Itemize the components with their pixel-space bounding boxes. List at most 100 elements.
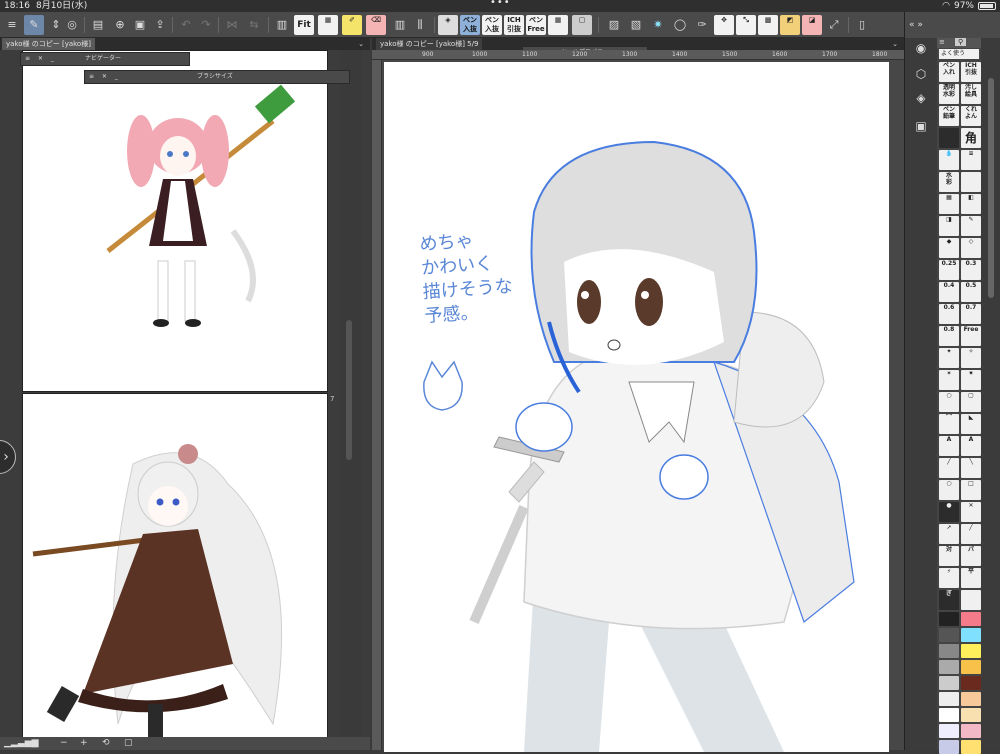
pencil-layer-icon[interactable]: ✐ — [342, 15, 362, 35]
eraser-icon[interactable]: ⌫ — [366, 15, 386, 35]
sub-tool-icon[interactable]: ⬡ — [913, 66, 929, 82]
flip-icon[interactable]: ⋈ — [222, 15, 242, 35]
tool-cell[interactable]: ╲ — [961, 458, 981, 478]
tool-cell[interactable]: 0.5 — [961, 282, 981, 302]
main-canvas-area[interactable]: 900 1000 1100 1200 1300 1400 1500 1600 1… — [372, 50, 904, 752]
navigator-window[interactable]: ≡ ✕ _ ナビゲーター — [20, 52, 190, 66]
filter-icon[interactable]: ▧ — [626, 15, 646, 35]
pen-free-button[interactable]: ペン Free — [526, 15, 546, 35]
tool-cell[interactable]: ╱ — [961, 524, 981, 544]
grid-icon[interactable]: ▦ — [548, 15, 568, 35]
zoom-in-button[interactable]: + — [80, 737, 88, 750]
lock-icon[interactable]: ▥ — [390, 15, 410, 35]
palette-set-dropdown[interactable]: よく使う — [939, 49, 979, 59]
color-swatch[interactable] — [961, 724, 981, 738]
pattern-icon[interactable]: ▩ — [758, 15, 778, 35]
tool-cell[interactable]: ペン 入れ — [939, 62, 959, 82]
multitask-dots[interactable]: ••• — [490, 0, 511, 9]
tool-cell[interactable]: 透明 水彩 — [939, 84, 959, 104]
stamp-icon[interactable]: ▨ — [604, 15, 624, 35]
color-swatch[interactable] — [961, 644, 981, 658]
picker-icon[interactable]: ✑ — [692, 15, 712, 35]
tool-cell[interactable]: ◇ — [961, 238, 981, 258]
snap-icon[interactable]: ⇆ — [244, 15, 264, 35]
redo-icon[interactable]: ↷ — [196, 15, 216, 35]
tool-cell[interactable]: ✎ — [961, 216, 981, 236]
phone-preview-icon[interactable]: ▯ — [852, 15, 872, 35]
window-controls[interactable]: ≡ ✕ _ — [25, 53, 57, 65]
left-scrollbar[interactable] — [346, 320, 352, 460]
window-controls[interactable]: ≡ ✕ _ — [89, 71, 121, 83]
brush-size-window[interactable]: ≡ ✕ _ ブラシサイズ — [84, 70, 350, 84]
tool-cell[interactable]: 水 彩 — [939, 172, 959, 192]
tool-cell[interactable]: ≡ — [961, 150, 981, 170]
tool-cell[interactable]: A — [961, 436, 981, 456]
pen-nyuki-button[interactable]: ペン 入抜 — [460, 15, 480, 35]
tool-cell[interactable]: ぎ — [939, 590, 959, 610]
tool-cell[interactable] — [961, 590, 981, 610]
color-swatch[interactable] — [939, 612, 959, 626]
tool-cell[interactable]: 対 — [939, 546, 959, 566]
tool-cell[interactable]: □ — [961, 480, 981, 500]
ruler-icon[interactable]: ▥ — [272, 15, 292, 35]
tool-cell[interactable] — [939, 128, 959, 148]
ichi-hiki-button[interactable]: ICH 引抜 — [504, 15, 524, 35]
tool-cell[interactable]: 0.3 — [961, 260, 981, 280]
tool-cell[interactable]: ➚ — [939, 524, 959, 544]
color-swatch[interactable] — [961, 676, 981, 690]
pen-tool-icon[interactable]: ✎ — [24, 15, 44, 35]
tool-cell[interactable]: 0.7 — [961, 304, 981, 324]
save-icon[interactable]: ▣ — [130, 15, 150, 35]
tool-cell[interactable]: 角 — [961, 128, 981, 148]
fill-icon[interactable]: ◩ — [780, 15, 800, 35]
page-thumbnail-7[interactable] — [22, 393, 328, 750]
eraser-tool-icon[interactable]: ◈ — [438, 15, 458, 35]
color-swatch[interactable] — [961, 628, 981, 642]
drawing-paper[interactable] — [384, 62, 889, 752]
tool-cell[interactable]: ◨ — [939, 216, 959, 236]
tool-cell[interactable]: ◣ — [961, 414, 981, 434]
tool-cell[interactable]: Free — [961, 326, 981, 346]
pen-nyuki-2-button[interactable]: ペン 入抜 — [482, 15, 502, 35]
tool-cell[interactable]: 0.8 — [939, 326, 959, 346]
canvas-icon[interactable]: ▤ — [88, 15, 108, 35]
tool-cell[interactable]: パ — [961, 546, 981, 566]
color-swatch[interactable] — [939, 676, 959, 690]
tool-cell[interactable]: ◆ — [939, 238, 959, 258]
resize-icon[interactable]: ⤢ — [824, 15, 844, 35]
tool-cell[interactable]: ⌒ — [939, 414, 959, 434]
tool-cell[interactable]: ● — [939, 502, 959, 522]
tool-cell[interactable]: ✕ — [961, 502, 981, 522]
export-icon[interactable]: ⇪ — [150, 15, 170, 35]
fit-icon[interactable]: ▢ — [124, 737, 133, 750]
move-icon[interactable]: ✥ — [714, 15, 734, 35]
zoom-out-button[interactable]: − — [60, 737, 68, 750]
panel-icon[interactable]: ▢ — [572, 15, 592, 35]
search-icon[interactable]: ⚲ — [955, 38, 967, 46]
transform-tool-icon[interactable]: ⤡ — [736, 15, 756, 35]
tab-right-document[interactable]: yako様 のコピー [yako様] 5/9 — [376, 38, 483, 50]
menu-icon[interactable]: ≡ — [2, 15, 22, 35]
color-swatch[interactable] — [939, 740, 959, 754]
color-swatch[interactable] — [939, 660, 959, 674]
sparkle-icon[interactable]: ✷ — [648, 15, 668, 35]
tool-cell[interactable]: 💧 — [939, 150, 959, 170]
color-swatch[interactable] — [961, 612, 981, 626]
tool-cell[interactable]: ○ — [939, 480, 959, 500]
tool-cell[interactable]: ✷ — [961, 370, 981, 390]
chevron-down-icon[interactable]: ⌄ — [892, 38, 898, 50]
color-swatch[interactable] — [961, 692, 981, 706]
layers-icon[interactable]: ◈ — [913, 90, 929, 106]
color-swatch[interactable] — [939, 708, 959, 722]
tool-cell[interactable]: 0.25 — [939, 260, 959, 280]
new-page-icon[interactable]: ⊕ — [110, 15, 130, 35]
menu-icon[interactable]: ≡ — [939, 38, 945, 46]
tool-cell[interactable]: ペン 鉛筆 — [939, 106, 959, 126]
left-canvas-pane[interactable]: 7 — [0, 50, 370, 750]
page-thumbnail-6[interactable] — [22, 50, 328, 392]
chevron-down-icon[interactable]: ⌄ — [358, 38, 364, 50]
tab-left-document[interactable]: yako様 のコピー [yako様] — [2, 38, 95, 50]
tool-cell[interactable]: ✶ — [939, 370, 959, 390]
erase-fill-icon[interactable]: ◪ — [802, 15, 822, 35]
color-swatch[interactable] — [939, 644, 959, 658]
